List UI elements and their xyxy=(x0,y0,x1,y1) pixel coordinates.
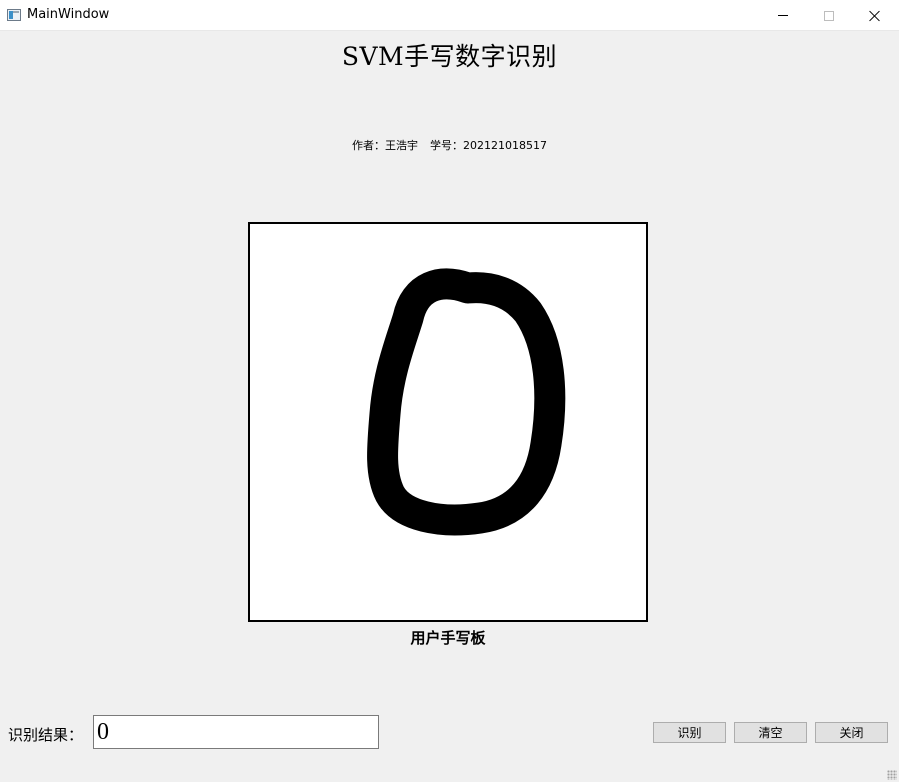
resize-grip-icon[interactable] xyxy=(887,770,897,780)
author-info: 作者：王浩宇 学号：202121018517 xyxy=(0,137,899,153)
handwritten-digit-stroke xyxy=(367,268,566,536)
close-button[interactable]: 关闭 xyxy=(815,722,888,743)
clear-button[interactable]: 清空 xyxy=(734,722,807,743)
recognize-button[interactable]: 识别 xyxy=(653,722,726,743)
canvas-label: 用户手写板 xyxy=(410,629,486,647)
close-icon xyxy=(869,10,881,22)
result-label: 识别结果： xyxy=(8,726,84,744)
student-id: 学号：202121018517 xyxy=(430,139,547,152)
minimize-icon xyxy=(778,15,788,16)
maximize-button[interactable] xyxy=(806,0,852,31)
app-window-icon xyxy=(7,9,21,21)
window-title: MainWindow xyxy=(27,7,110,22)
window-title-bar: MainWindow xyxy=(0,0,899,31)
result-output-field[interactable]: 0 xyxy=(93,715,379,749)
minimize-button[interactable] xyxy=(760,0,806,31)
close-window-button[interactable] xyxy=(852,0,898,31)
author-name: 作者：王浩宇 xyxy=(352,139,418,152)
page-title: SVM手写数字识别 xyxy=(341,42,558,71)
maximize-icon xyxy=(824,10,834,21)
handwriting-canvas[interactable] xyxy=(248,222,648,622)
